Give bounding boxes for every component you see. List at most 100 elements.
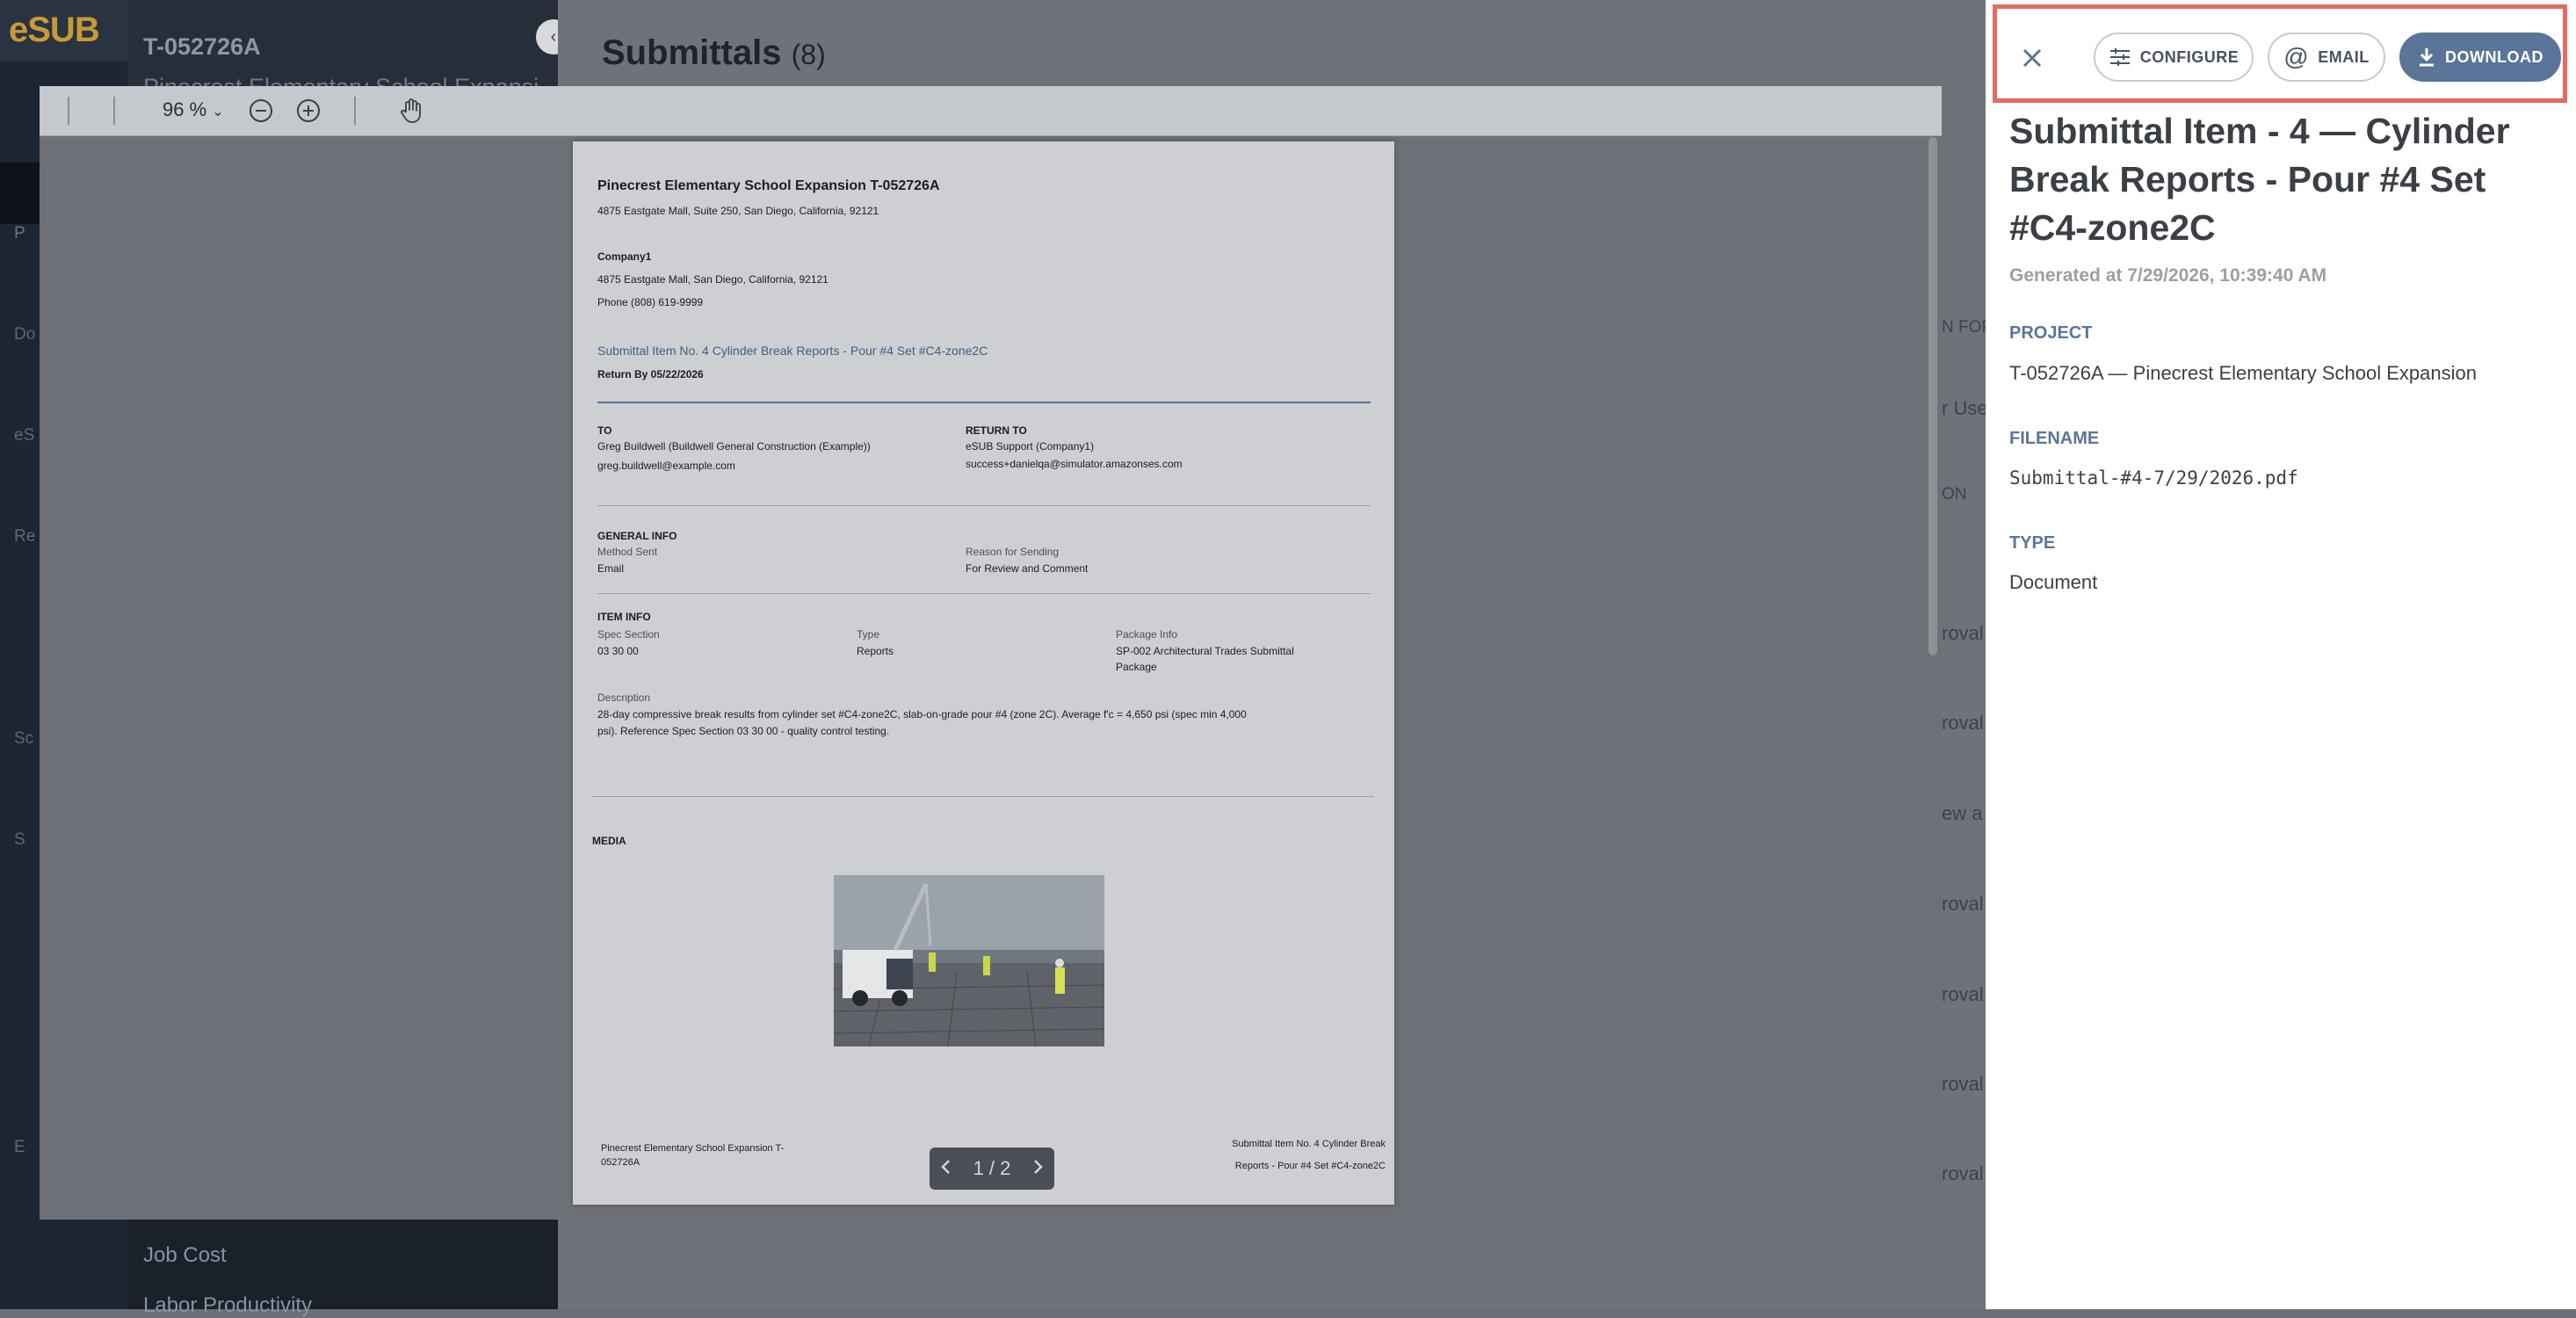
doc-divider (592, 796, 1374, 797)
pdf-page: Pinecrest Elementary School Expansion T-… (573, 141, 1394, 1205)
doc-return-by: Return By 05/22/2026 (597, 368, 704, 380)
zoom-level: 96 % (163, 98, 207, 120)
doc-type: Reports (857, 645, 894, 657)
doc-return-to-label: RETURN TO (966, 424, 1027, 437)
doc-project-address: 4875 Eastgate Mall, Suite 250, San Diego… (597, 205, 879, 217)
rail-item[interactable]: Re (14, 527, 35, 547)
submittal-count: (8) (791, 39, 826, 70)
rail-item[interactable]: P (14, 224, 25, 243)
nav-item-job-cost[interactable]: Job Cost (143, 1243, 227, 1268)
generated-timestamp: Generated at 7/29/2026, 10:39:40 AM (2009, 265, 2327, 286)
toolbar-divider (354, 97, 356, 125)
doc-spec-section-label: Spec Section (597, 628, 660, 641)
partial-column-header: ON (1942, 485, 1967, 503)
zoom-out-icon (250, 99, 272, 122)
pdf-viewer: 96 % ⌄ Pinecrest Elementary School Expan… (40, 86, 1942, 1220)
partial-cell: roval (1942, 712, 1984, 734)
doc-item-title: Submittal Item No. 4 Cylinder Break Repo… (597, 344, 988, 358)
chevron-down-icon: ⌄ (212, 105, 224, 119)
pan-tool-button[interactable] (395, 95, 427, 127)
partial-cell: roval (1942, 983, 1984, 1005)
doc-return-to-name: eSUB Support (Company1) (966, 440, 1095, 453)
prev-page-button[interactable] (940, 1157, 952, 1180)
close-icon (2022, 48, 2042, 68)
partial-cell: r Use (1942, 397, 1986, 419)
nav-item-labor-productivity[interactable]: Labor Productivity (143, 1293, 312, 1318)
doc-footer-right-line2: Reports - Pour #4 Set #C4-zone2C (1234, 1161, 1386, 1171)
viewer-scrollbar[interactable] (1928, 137, 1937, 655)
doc-reason-label: Reason for Sending (966, 546, 1060, 558)
doc-type-label: Type (857, 628, 880, 641)
doc-media-label: MEDIA (592, 835, 626, 847)
pdf-toolbar: 96 % ⌄ (40, 86, 1942, 136)
doc-footer-left-line2: 052726A (601, 1157, 640, 1168)
page-title-text: Submittals (602, 33, 782, 72)
at-icon: @ (2283, 43, 2310, 70)
partial-cell: roval (1942, 622, 1984, 644)
download-icon (2420, 48, 2434, 67)
doc-package-line1: SP-002 Architectural Trades Submittal (1116, 645, 1294, 657)
doc-general-info-label: GENERAL INFO (597, 530, 677, 542)
doc-reason: For Review and Comment (966, 562, 1089, 575)
project-code: T-052726A (143, 33, 261, 60)
rail-item[interactable]: Do (14, 325, 35, 344)
doc-method-sent: Email (597, 562, 625, 575)
zoom-out-button[interactable] (245, 95, 277, 127)
partial-cell: roval (1942, 1162, 1984, 1184)
chevron-left-icon (941, 1160, 950, 1174)
doc-to-email: greg.buildwell@example.com (597, 460, 735, 472)
partial-cell: ew a (1942, 802, 1983, 824)
rail-item[interactable]: S (14, 830, 25, 850)
doc-company-phone: Phone (808) 619-9999 (597, 296, 704, 308)
doc-divider (597, 402, 1371, 403)
doc-divider (597, 505, 1371, 506)
hand-icon (401, 98, 421, 123)
email-button[interactable]: @ EMAIL (2268, 33, 2385, 82)
sliders-icon (2109, 48, 2130, 66)
media-photo[interactable] (834, 875, 1104, 1046)
doc-package-line2: Package (1116, 661, 1157, 673)
zoom-in-button[interactable] (293, 95, 324, 127)
doc-to-name: Greg Buildwell (Buildwell General Constr… (597, 440, 871, 453)
zoom-select[interactable]: 96 % ⌄ (163, 98, 224, 121)
doc-company: Company1 (597, 250, 652, 263)
project-label: PROJECT (2009, 323, 2093, 343)
rail-item[interactable]: E (14, 1138, 25, 1157)
doc-project-header: Pinecrest Elementary School Expansion T-… (597, 178, 940, 193)
chevron-right-icon (1034, 1160, 1043, 1174)
document-details-panel: CONFIGURE @ EMAIL DOWNLOAD Submittal Ite… (1986, 0, 2576, 1309)
download-button[interactable]: DOWNLOAD (2399, 33, 2561, 82)
doc-to-label: TO (597, 424, 612, 437)
doc-description-line1: 28-day compressive break results from cy… (597, 708, 1247, 721)
esub-logo[interactable]: eSUB (9, 11, 100, 50)
doc-method-sent-label: Method Sent (597, 546, 658, 558)
rail-item[interactable]: eS (14, 426, 34, 445)
toolbar-divider (68, 97, 69, 125)
rail-item[interactable]: Sc (14, 729, 33, 749)
doc-divider (597, 593, 1371, 594)
next-page-button[interactable] (1031, 1157, 1044, 1180)
type-label: TYPE (2009, 533, 2056, 553)
download-label: DOWNLOAD (2445, 47, 2543, 66)
doc-item-info-label: ITEM INFO (597, 611, 651, 623)
doc-company-address: 4875 Eastgate Mall, San Diego, Californi… (597, 273, 829, 286)
doc-footer-right-line1: Submittal Item No. 4 Cylinder Break (1232, 1139, 1386, 1149)
panel-action-bar: CONFIGURE @ EMAIL DOWNLOAD (1993, 4, 2567, 103)
partial-cell: roval (1942, 893, 1984, 915)
doc-description-line2: psi). Reference Spec Section 03 30 00 - … (597, 725, 890, 737)
app-logo-area: eSUB (0, 0, 127, 62)
partial-cell: roval (1942, 1073, 1984, 1095)
doc-spec-section: 03 30 00 (597, 645, 639, 657)
close-button[interactable] (2016, 42, 2048, 74)
configure-label: CONFIGURE (2139, 47, 2240, 66)
doc-return-to-email: success+danielqa@simulator.amazonses.com (966, 458, 1183, 470)
panel-title: Submittal Item - 4 — Cylinder Break Repo… (2009, 111, 2510, 248)
type-value: Document (2009, 571, 2098, 593)
project-value: T-052726A — Pinecrest Elementary School … (2009, 362, 2477, 384)
configure-button[interactable]: CONFIGURE (2094, 33, 2254, 82)
doc-description-label: Description (597, 692, 651, 704)
doc-footer-left-line1: Pinecrest Elementary School Expansion T- (601, 1143, 785, 1154)
page-title: Submittals (8) (602, 33, 826, 73)
doc-package-label: Package Info (1116, 628, 1178, 641)
toolbar-divider (113, 97, 115, 125)
